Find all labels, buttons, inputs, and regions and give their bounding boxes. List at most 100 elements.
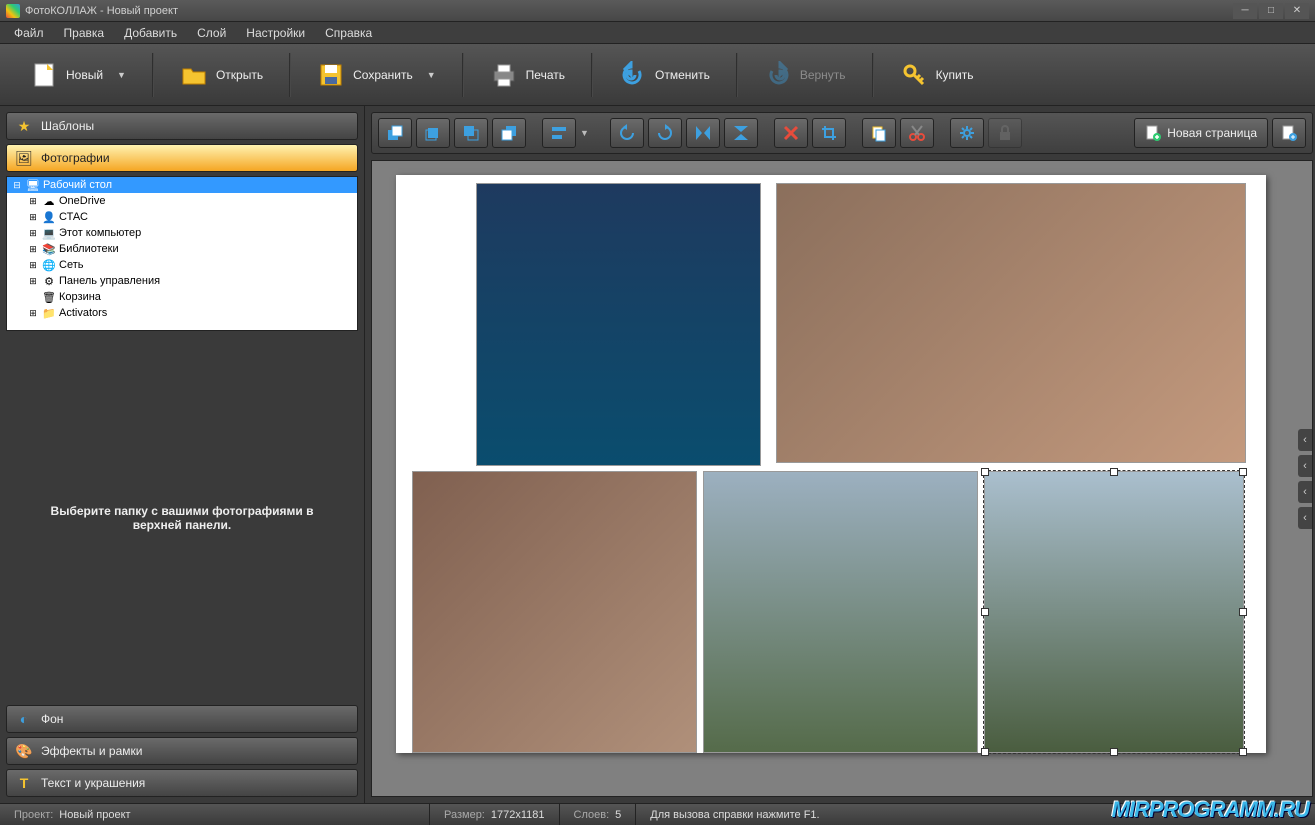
bring-front-button[interactable]	[378, 118, 412, 148]
tree-item[interactable]: ⊞👤СТАС	[7, 209, 357, 225]
menu-help[interactable]: Справка	[317, 24, 380, 42]
side-tab[interactable]: ‹	[1298, 429, 1312, 451]
new-button[interactable]: Новый ▼	[20, 55, 136, 95]
sidebar-effects-label: Эффекты и рамки	[41, 744, 142, 758]
sidebar-background[interactable]: ◐ Фон	[6, 705, 358, 733]
delete-button[interactable]	[774, 118, 808, 148]
new-page-button[interactable]: Новая страница	[1134, 118, 1268, 148]
menu-layer[interactable]: Слой	[189, 24, 234, 42]
tree-item[interactable]: ⊞⚙Панель управления	[7, 273, 357, 289]
folder-tree[interactable]: ⊟🖥Рабочий стол⊞☁OneDrive⊞👤СТАС⊞💻Этот ком…	[6, 176, 358, 331]
status-help-hint: Для вызова справки нажмите F1.	[650, 809, 819, 821]
collage-photo[interactable]	[776, 183, 1246, 463]
tree-node-icon: 🖥	[26, 178, 40, 192]
settings-button[interactable]	[950, 118, 984, 148]
save-button[interactable]: Сохранить ▼	[307, 55, 446, 95]
text-icon: T	[15, 774, 33, 792]
tree-node-icon: 👤	[42, 210, 56, 224]
tree-item-label: Рабочий стол	[43, 179, 112, 191]
tree-expander-icon[interactable]: ⊞	[27, 196, 39, 207]
minimize-button[interactable]: ─	[1233, 3, 1257, 19]
menu-add[interactable]: Добавить	[116, 24, 185, 42]
palette-icon: 🎨	[15, 742, 33, 760]
tree-expander-icon[interactable]: ⊟	[11, 180, 23, 191]
tree-item[interactable]: ⊞🌐Сеть	[7, 257, 357, 273]
title-bar: ФотоКОЛЛАЖ - Новый проект ─ □ ✕	[0, 0, 1315, 22]
collage-photo-selected[interactable]	[984, 471, 1244, 753]
dropdown-arrow-icon[interactable]: ▼	[580, 128, 594, 138]
tree-item[interactable]: ⊞☁OneDrive	[7, 193, 357, 209]
sidebar-templates[interactable]: ★ Шаблоны	[6, 112, 358, 140]
flip-vertical-button[interactable]	[724, 118, 758, 148]
send-backward-button[interactable]	[454, 118, 488, 148]
tree-item[interactable]: ⊟🖥Рабочий стол	[7, 177, 357, 193]
star-icon: ★	[15, 117, 33, 135]
send-back-button[interactable]	[492, 118, 526, 148]
side-tab[interactable]: ‹	[1298, 481, 1312, 503]
tree-node-icon: 🌐	[42, 258, 56, 272]
side-tab[interactable]: ‹	[1298, 507, 1312, 529]
canvas-page[interactable]	[396, 175, 1266, 753]
tree-item[interactable]: ⊞💻Этот компьютер	[7, 225, 357, 241]
window-controls: ─ □ ✕	[1233, 3, 1309, 19]
collage-photo[interactable]	[703, 471, 978, 753]
save-label: Сохранить	[353, 68, 413, 82]
status-size-label: Размер:	[444, 809, 485, 821]
redo-button[interactable]: Вернуть	[754, 55, 856, 95]
edit-toolbar: ▼ Новая страница	[371, 112, 1313, 154]
tree-item[interactable]: ⊞📚Библиотеки	[7, 241, 357, 257]
toolbar-separator	[289, 53, 291, 97]
open-button[interactable]: Открыть	[170, 55, 273, 95]
tree-node-icon: ☁	[42, 194, 56, 208]
tree-expander-icon[interactable]: ⊞	[27, 260, 39, 271]
maximize-button[interactable]: □	[1259, 3, 1283, 19]
globe-icon: ◐	[15, 710, 33, 728]
main-toolbar: Новый ▼ Открыть Сохранить ▼ Печать Отмен…	[0, 44, 1315, 106]
sidebar-text-label: Текст и украшения	[41, 776, 145, 790]
canvas-viewport[interactable]: ‹ ‹ ‹ ‹	[371, 160, 1313, 797]
side-tab[interactable]: ‹	[1298, 455, 1312, 477]
bring-forward-button[interactable]	[416, 118, 450, 148]
menu-settings[interactable]: Настройки	[238, 24, 313, 42]
page-settings-button[interactable]	[1272, 118, 1306, 148]
menu-file[interactable]: Файл	[6, 24, 52, 42]
menu-edit[interactable]: Правка	[56, 24, 113, 42]
buy-button[interactable]: Купить	[890, 55, 984, 95]
new-file-icon	[30, 61, 58, 89]
collage-photo[interactable]	[412, 471, 697, 753]
tree-item-label: Корзина	[59, 291, 101, 303]
redo-icon	[764, 61, 792, 89]
rotate-right-button[interactable]	[648, 118, 682, 148]
tree-node-icon: ⚙	[42, 274, 56, 288]
tree-expander-icon[interactable]: ⊞	[27, 244, 39, 255]
sidebar-background-label: Фон	[41, 712, 63, 726]
sidebar-text[interactable]: T Текст и украшения	[6, 769, 358, 797]
tree-item[interactable]: ⊞📁Activators	[7, 305, 357, 321]
tree-expander-icon[interactable]: ⊞	[27, 308, 39, 319]
buy-label: Купить	[936, 68, 974, 82]
lock-button[interactable]	[988, 118, 1022, 148]
sidebar-effects[interactable]: 🎨 Эффекты и рамки	[6, 737, 358, 765]
rotate-left-button[interactable]	[610, 118, 644, 148]
align-button[interactable]	[542, 118, 576, 148]
tree-expander-icon[interactable]: ⊞	[27, 228, 39, 239]
tree-item[interactable]: 🗑Корзина	[7, 289, 357, 305]
status-project-value: Новый проект	[59, 809, 130, 821]
status-layers-value: 5	[615, 809, 621, 821]
print-button[interactable]: Печать	[480, 55, 575, 95]
copy-button[interactable]	[862, 118, 896, 148]
crop-button[interactable]	[812, 118, 846, 148]
cut-button[interactable]	[900, 118, 934, 148]
flip-horizontal-button[interactable]	[686, 118, 720, 148]
status-project-label: Проект:	[14, 809, 53, 821]
left-panel: ★ Шаблоны 🖼 Фотографии ⊟🖥Рабочий стол⊞☁O…	[0, 106, 365, 803]
collage-photo[interactable]	[476, 183, 761, 466]
key-icon	[900, 61, 928, 89]
status-size-value: 1772x1181	[491, 809, 545, 821]
tree-expander-icon[interactable]: ⊞	[27, 276, 39, 287]
sidebar-photos[interactable]: 🖼 Фотографии	[6, 144, 358, 172]
close-button[interactable]: ✕	[1285, 3, 1309, 19]
undo-button[interactable]: Отменить	[609, 55, 720, 95]
sidebar-templates-label: Шаблоны	[41, 119, 94, 133]
tree-expander-icon[interactable]: ⊞	[27, 212, 39, 223]
